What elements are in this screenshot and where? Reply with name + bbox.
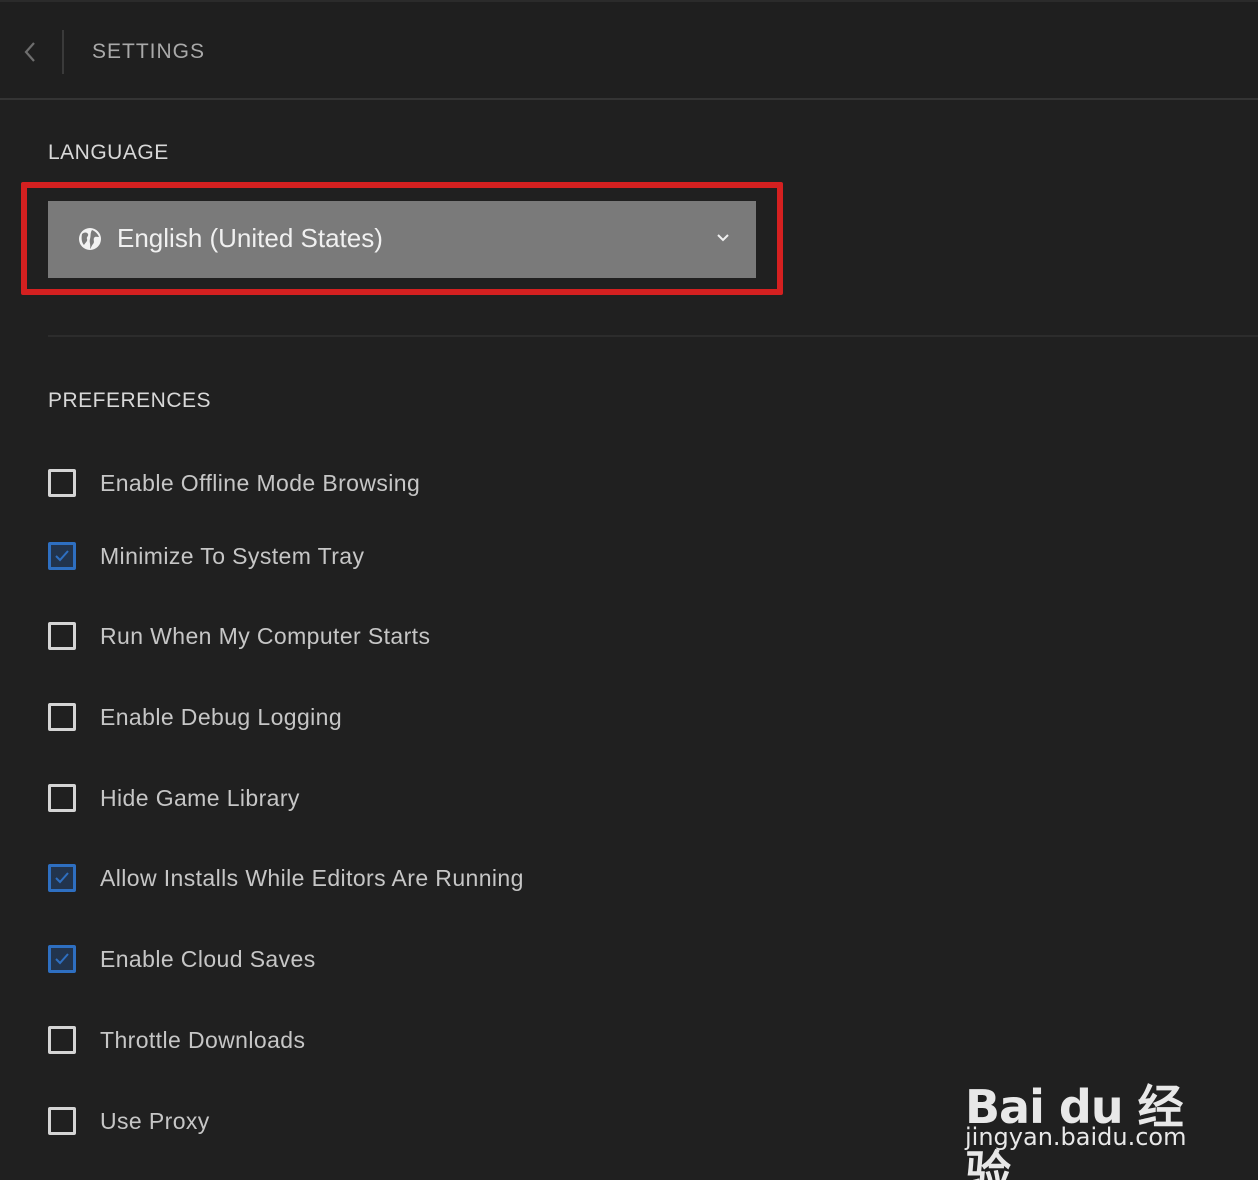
checkbox[interactable] xyxy=(48,622,76,650)
option-enable-offline-mode-browsing[interactable]: Enable Offline Mode Browsing xyxy=(48,468,420,498)
checkbox-checked[interactable] xyxy=(48,945,76,973)
option-label: Allow Installs While Editors Are Running xyxy=(100,864,524,891)
option-minimize-to-system-tray[interactable]: Minimize To System Tray xyxy=(48,541,364,571)
preferences-heading: PREFERENCES xyxy=(48,389,212,412)
chevron-left-icon xyxy=(24,42,35,62)
option-label: Minimize To System Tray xyxy=(100,542,365,569)
option-run-when-computer-starts[interactable]: Run When My Computer Starts xyxy=(48,621,430,651)
settings-page: SETTINGS LANGUAGE English (United States… xyxy=(0,0,1258,1180)
checkmark-icon xyxy=(55,550,69,562)
watermark-url: jingyan.baidu.com xyxy=(965,1123,1187,1151)
option-throttle-downloads[interactable]: Throttle Downloads xyxy=(48,1025,305,1055)
checkbox[interactable] xyxy=(48,1026,76,1054)
baidu-watermark: Bai du 经验 jingyan.baidu.com xyxy=(965,1045,1205,1180)
checkbox[interactable] xyxy=(48,469,76,497)
section-divider xyxy=(48,335,1258,337)
globe-icon xyxy=(79,228,101,250)
checkmark-icon xyxy=(55,872,69,884)
page-title: SETTINGS xyxy=(92,40,206,63)
option-label: Hide Game Library xyxy=(100,784,300,811)
option-label: Use Proxy xyxy=(100,1107,210,1134)
header-bar: SETTINGS xyxy=(0,0,1258,100)
back-button[interactable] xyxy=(10,30,50,74)
option-enable-cloud-saves[interactable]: Enable Cloud Saves xyxy=(48,944,316,974)
option-hide-game-library[interactable]: Hide Game Library xyxy=(48,783,300,813)
checkmark-icon xyxy=(55,953,69,965)
chevron-down-icon xyxy=(717,234,729,242)
language-dropdown[interactable]: English (United States) xyxy=(48,201,756,278)
checkbox[interactable] xyxy=(48,784,76,812)
option-label: Throttle Downloads xyxy=(100,1026,306,1053)
option-use-proxy[interactable]: Use Proxy xyxy=(48,1106,210,1136)
checkbox[interactable] xyxy=(48,703,76,731)
language-selected-value: English (United States) xyxy=(117,223,383,253)
option-enable-debug-logging[interactable]: Enable Debug Logging xyxy=(48,702,342,732)
option-label: Run When My Computer Starts xyxy=(100,622,431,649)
option-label: Enable Cloud Saves xyxy=(100,945,316,972)
option-allow-installs-while-editors-running[interactable]: Allow Installs While Editors Are Running xyxy=(48,863,524,893)
language-heading: LANGUAGE xyxy=(48,141,169,164)
option-label: Enable Debug Logging xyxy=(100,703,343,730)
header-divider xyxy=(62,30,64,74)
checkbox[interactable] xyxy=(48,1107,76,1135)
option-label: Enable Offline Mode Browsing xyxy=(100,469,421,496)
checkbox-checked[interactable] xyxy=(48,542,76,570)
checkbox-checked[interactable] xyxy=(48,864,76,892)
